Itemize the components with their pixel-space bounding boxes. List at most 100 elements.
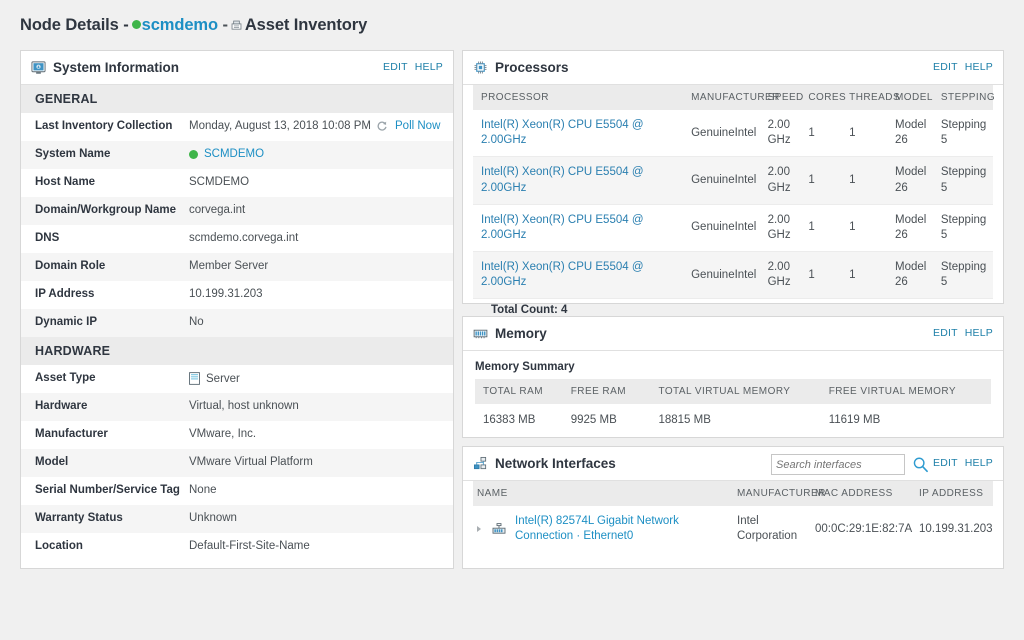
help-link-processors[interactable]: HELP: [965, 61, 993, 73]
poll-now-link[interactable]: Poll Now: [395, 120, 440, 132]
info-row: IP Address10.199.31.203: [21, 281, 453, 309]
info-row: LocationDefault-First-Site-Name: [21, 533, 453, 561]
search-icon[interactable]: [912, 456, 929, 473]
network-table-body: Intel(R) 82574L Gigabit Network Connecti…: [473, 506, 993, 552]
table-row[interactable]: Intel(R) Xeon(R) CPU E5504 @ 2.00GHzGenu…: [473, 252, 993, 299]
info-value-text: None: [189, 484, 217, 496]
network-interfaces-panel: Network Interfaces EDIT HELP NAMEMANUFAC…: [462, 446, 1004, 569]
table-cell: Intel(R) Xeon(R) CPU E5504 @ 2.00GHz: [473, 252, 687, 299]
info-row-value: VMware Virtual Platform: [189, 456, 453, 468]
table-cell: Model 26: [891, 110, 937, 157]
edit-link-processors[interactable]: EDIT: [933, 61, 958, 73]
info-row-label: Host Name: [35, 176, 189, 188]
info-row-label: Dynamic IP: [35, 316, 189, 328]
column-header[interactable]: MANUFACTURER: [733, 481, 811, 506]
column-header[interactable]: CORES: [804, 85, 845, 110]
column-header[interactable]: MODEL: [891, 85, 937, 110]
info-row-value: Default-First-Site-Name: [189, 540, 453, 552]
info-value-text: Default-First-Site-Name: [189, 540, 310, 552]
info-row-label: Last Inventory Collection: [35, 120, 189, 132]
interface-name-link[interactable]: Intel(R) 82574L Gigabit Network Connecti…: [515, 514, 729, 544]
table-cell: 1: [804, 252, 845, 299]
info-row-label: Hardware: [35, 400, 189, 412]
table-cell: GenuineIntel: [687, 204, 763, 251]
column-header[interactable]: TOTAL VIRTUAL MEMORY: [650, 379, 820, 404]
info-row-label: Warranty Status: [35, 512, 189, 524]
interface-manufacturer-cell: Intel Corporation: [733, 506, 811, 552]
table-cell: 9925 MB: [563, 404, 651, 437]
breadcrumb-node-link[interactable]: scmdemo: [142, 16, 218, 34]
column-header[interactable]: THREADS: [845, 85, 891, 110]
table-cell: Stepping 5: [937, 110, 993, 157]
help-link-sysinfo[interactable]: HELP: [415, 61, 443, 73]
network-interfaces-header: Network Interfaces EDIT HELP: [463, 447, 1003, 481]
search-interfaces-input[interactable]: [771, 454, 905, 475]
table-row[interactable]: Intel(R) 82574L Gigabit Network Connecti…: [473, 506, 993, 552]
table-cell: Intel(R) Xeon(R) CPU E5504 @ 2.00GHz: [473, 110, 687, 157]
column-header[interactable]: MANUFACTURER: [687, 85, 763, 110]
memory-module-icon: [473, 326, 488, 341]
edit-link-network[interactable]: EDIT: [933, 457, 958, 469]
info-row-value: Server: [189, 372, 453, 385]
info-value-text: No: [189, 316, 204, 328]
table-cell: 2.00 GHz: [764, 157, 805, 204]
table-row[interactable]: Intel(R) Xeon(R) CPU E5504 @ 2.00GHzGenu…: [473, 204, 993, 251]
info-row: ModelVMware Virtual Platform: [21, 449, 453, 477]
table-cell: Stepping 5: [937, 157, 993, 204]
table-row[interactable]: Intel(R) Xeon(R) CPU E5504 @ 2.00GHzGenu…: [473, 110, 993, 157]
processors-actions: EDIT HELP: [933, 61, 993, 73]
table-cell: 1: [804, 157, 845, 204]
info-row-label: System Name: [35, 148, 189, 160]
table-cell: Model 26: [891, 157, 937, 204]
info-row-label: Serial Number/Service Tag: [35, 484, 189, 496]
help-link-network[interactable]: HELP: [965, 457, 993, 469]
system-information-panel: System Information EDIT HELP GENERALLast…: [20, 50, 454, 569]
column-header[interactable]: FREE VIRTUAL MEMORY: [821, 379, 991, 404]
page-root: Node Details -scmdemo - Asset Inventory …: [0, 0, 1024, 640]
memory-table-body: 16383 MB9925 MB18815 MB11619 MB: [475, 404, 991, 437]
system-information-title: System Information: [53, 60, 179, 75]
server-icon: [189, 372, 200, 385]
column-header[interactable]: TOTAL RAM: [475, 379, 563, 404]
edit-link-sysinfo[interactable]: EDIT: [383, 61, 408, 73]
edit-link-memory[interactable]: EDIT: [933, 327, 958, 339]
column-header[interactable]: MAC ADDRESS: [811, 481, 915, 506]
info-row: Domain/Workgroup Namecorvega.int: [21, 197, 453, 225]
processors-header: Processors EDIT HELP: [463, 51, 1003, 85]
interface-name-cell: Intel(R) 82574L Gigabit Network Connecti…: [473, 506, 733, 552]
info-row-label: Manufacturer: [35, 428, 189, 440]
table-cell: 1: [804, 204, 845, 251]
column-header[interactable]: FREE RAM: [563, 379, 651, 404]
table-cell: GenuineIntel: [687, 157, 763, 204]
help-link-memory[interactable]: HELP: [965, 327, 993, 339]
page-title-prefix: Node Details -: [20, 16, 129, 34]
column-header[interactable]: PROCESSOR: [473, 85, 687, 110]
table-cell: GenuineIntel: [687, 110, 763, 157]
asset-inventory-icon: [230, 18, 243, 31]
memory-summary-title: Memory Summary: [463, 351, 1003, 379]
info-value-link[interactable]: SCMDEMO: [204, 148, 264, 160]
interface-mac-cell: 00:0C:29:1E:82:7A: [811, 506, 915, 552]
processors-table-header-row: PROCESSORMANUFACTURERSPEEDCORESTHREADSMO…: [473, 85, 993, 110]
refresh-icon[interactable]: [376, 120, 388, 132]
info-row-label: DNS: [35, 232, 189, 244]
table-cell: GenuineIntel: [687, 252, 763, 299]
table-row[interactable]: Intel(R) Xeon(R) CPU E5504 @ 2.00GHzGenu…: [473, 157, 993, 204]
table-cell: 11619 MB: [821, 404, 991, 437]
table-cell: Model 26: [891, 204, 937, 251]
column-header[interactable]: STEPPING: [937, 85, 993, 110]
network-interfaces-title: Network Interfaces: [495, 456, 616, 471]
info-row: HardwareVirtual, host unknown: [21, 393, 453, 421]
table-cell: 1: [804, 110, 845, 157]
info-row-value: scmdemo.corvega.int: [189, 232, 453, 244]
page-title: Node Details -scmdemo - Asset Inventory: [20, 16, 367, 35]
processors-table: PROCESSORMANUFACTURERSPEEDCORESTHREADSMO…: [473, 85, 993, 298]
table-cell: 2.00 GHz: [764, 110, 805, 157]
column-header[interactable]: SPEED: [764, 85, 805, 110]
page-title-section: Asset Inventory: [245, 16, 367, 34]
column-header[interactable]: NAME: [473, 481, 733, 506]
info-row-value: None: [189, 484, 453, 496]
column-header[interactable]: IP ADDRESS: [915, 481, 993, 506]
expand-row-icon[interactable]: [477, 526, 481, 532]
table-cell: 1: [845, 157, 891, 204]
